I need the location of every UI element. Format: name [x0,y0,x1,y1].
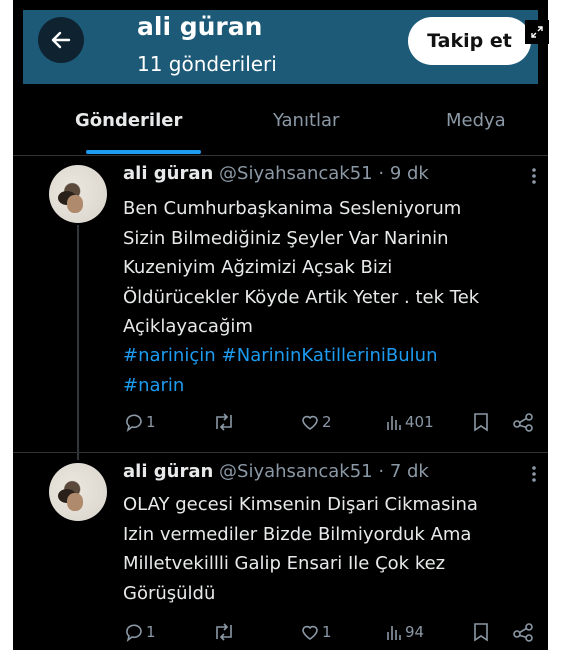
hashtag-link[interactable]: #nariniçin [123,345,216,366]
more-vertical-icon[interactable] [530,166,538,186]
author-handle[interactable]: @Siyahsancak51 [219,163,373,184]
profile-name: ali güran [137,12,263,41]
views-button[interactable]: 94 [385,622,424,642]
profile-tabs: Gönderiler Yanıtlar Medya [13,95,548,155]
back-button[interactable] [38,17,84,63]
retweet-icon [216,413,232,431]
heart-icon [302,415,318,430]
hashtag-link[interactable]: #NarininKatilleriniBulun [222,345,438,366]
share-icon [513,413,533,432]
meta-separator: · [378,461,385,482]
retweet-icon [216,623,232,641]
hashtag-link[interactable]: #narin [123,375,184,396]
tweet-hashtags: #nariniçin #NarininKatilleriniBulun #nari… [123,341,533,400]
expand-icon[interactable] [525,20,549,44]
tweet-header: ali güran @Siyahsancak51 · 7 dk [123,461,429,482]
meta-separator: · [378,163,385,184]
retweet-button[interactable] [212,412,238,432]
retweet-button[interactable] [212,622,238,642]
like-button[interactable]: 2 [300,412,332,432]
tweet-actions: 1 1 94 [122,622,542,646]
share-button[interactable] [512,622,534,642]
share-icon [513,623,533,642]
author-name[interactable]: ali güran [123,163,213,184]
post-count: 11 gönderileri [137,52,277,76]
thread-line [77,225,79,460]
avatar[interactable] [49,165,107,223]
like-count: 1 [322,623,332,641]
heart-icon [302,625,318,640]
reply-button[interactable]: 1 [124,622,156,642]
bookmark-icon [474,623,488,642]
views-icon [387,626,401,640]
author-handle[interactable]: @Siyahsancak51 [219,461,373,482]
reply-count: 1 [146,413,156,431]
view-count: 401 [405,413,434,431]
views-icon [387,416,401,430]
tabs-divider [13,155,548,156]
like-count: 2 [322,413,332,431]
author-name[interactable]: ali güran [123,461,213,482]
follow-button[interactable]: Takip et [408,17,531,65]
bookmark-button[interactable] [472,412,490,432]
more-vertical-icon[interactable] [530,464,538,484]
view-count: 94 [405,623,425,641]
views-button[interactable]: 401 [385,412,434,432]
arrow-left-icon [51,31,71,49]
tab-posts[interactable]: Gönderiler [75,110,182,131]
like-button[interactable]: 1 [300,622,332,642]
tweet-text: OLAY gecesi Kimsenin Dişari Cikmasina Iz… [123,494,478,604]
reply-button[interactable]: 1 [124,412,156,432]
tweet-actions: 1 2 401 [122,412,542,436]
tweet-header: ali güran @Siyahsancak51 · 9 dk [123,163,429,184]
active-tab-indicator [86,150,201,154]
tweet-time[interactable]: 7 dk [390,461,429,482]
tab-replies[interactable]: Yanıtlar [273,110,339,131]
tweet-text: Ben Cumhurbaşkanima Sesleniyorum Sizin B… [123,198,480,337]
tweet-time[interactable]: 9 dk [390,163,429,184]
reply-count: 1 [146,623,156,641]
bookmark-icon [474,413,488,432]
reply-icon [126,624,142,642]
share-button[interactable] [512,412,534,432]
reply-icon [126,414,142,432]
tab-media[interactable]: Medya [446,110,506,131]
tweet-divider [13,452,548,453]
bookmark-button[interactable] [472,622,490,642]
avatar[interactable] [49,463,107,521]
